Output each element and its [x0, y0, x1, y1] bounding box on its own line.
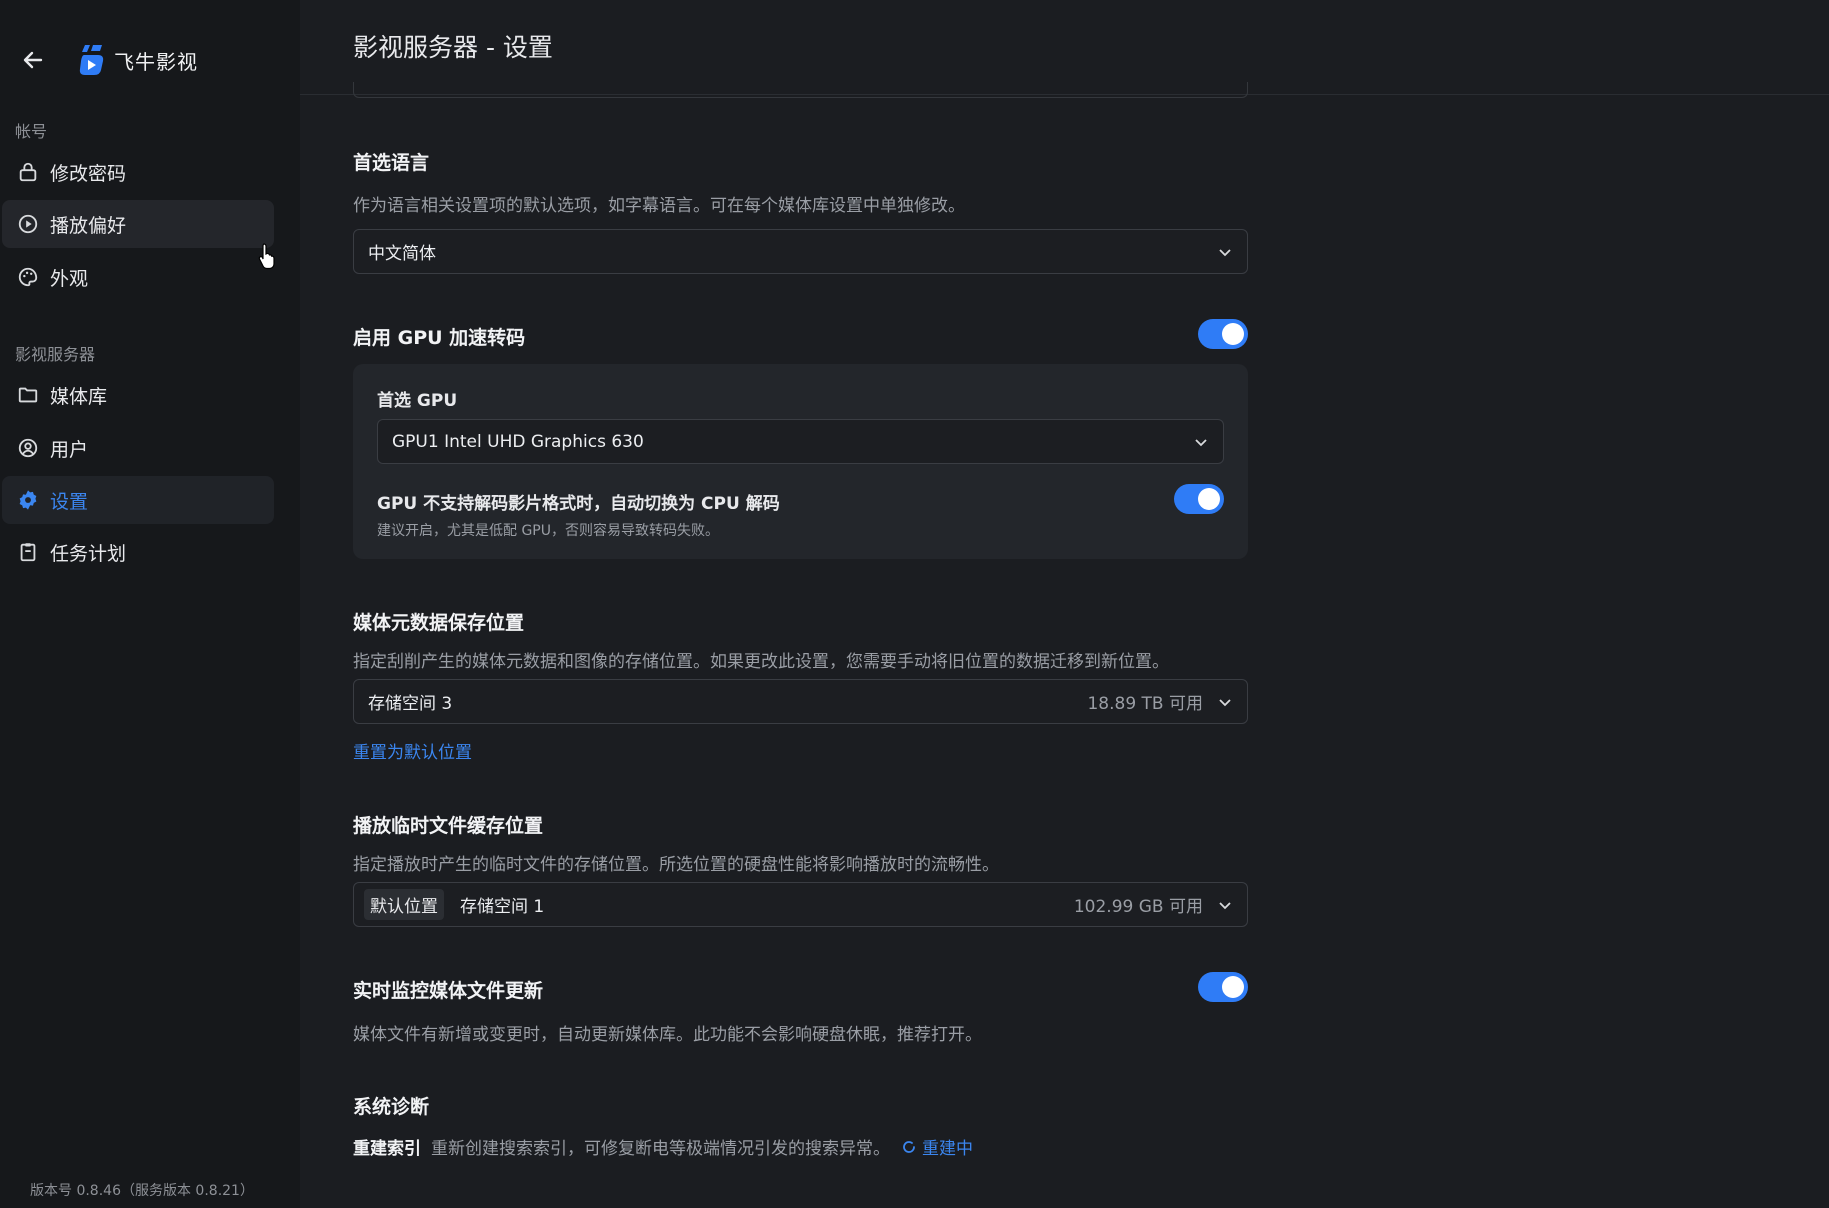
chevron-down-icon — [1217, 694, 1233, 710]
gpu-fallback-toggle[interactable] — [1174, 484, 1224, 514]
language-select[interactable]: 中文简体 — [353, 229, 1248, 274]
language-desc: 作为语言相关设置项的默认选项，如字幕语言。可在每个媒体库设置中单独修改。 — [353, 196, 965, 216]
sidebar-item-label: 播放偏好 — [50, 214, 127, 237]
sidebar-item-tasks[interactable]: 任务计划 — [2, 528, 274, 576]
metadata-free-space: 18.89 TB 可用 — [1087, 694, 1203, 714]
sidebar-item-label: 用户 — [50, 438, 89, 461]
toggle-knob — [1222, 323, 1244, 345]
sidebar-item-library[interactable]: 媒体库 — [2, 371, 274, 419]
gear-icon — [16, 488, 40, 512]
folder-icon — [16, 383, 40, 407]
page-title: 影视服务器 - 设置 — [353, 33, 553, 62]
app-name: 飞牛影视 — [114, 49, 198, 74]
lock-icon — [16, 160, 40, 184]
sidebar: 飞牛影视 帐号 修改密码 播放偏好 外观 影视服务器 媒体库 用户 设置 任务计… — [0, 0, 300, 1208]
version-text: 版本号 0.8.46（服务版本 0.8.21） — [30, 1183, 254, 1199]
main-content: 影视服务器 - 设置 首选语言 作为语言相关设置项的默认选项，如字幕语言。可在每… — [300, 0, 1829, 1208]
metadata-location-value: 存储空间 3 — [368, 694, 453, 714]
spinner-icon — [902, 1139, 918, 1155]
hand-cursor-icon — [258, 242, 278, 270]
clipboard-icon — [16, 540, 40, 564]
palette-icon — [16, 265, 40, 289]
sidebar-item-label: 设置 — [50, 490, 89, 513]
rebuild-index-desc: 重新创建搜索索引，可修复断电等极端情况引发的搜索异常。 — [431, 1139, 890, 1159]
chevron-down-icon — [1217, 897, 1233, 913]
app-logo-icon — [76, 43, 106, 77]
sidebar-item-label: 修改密码 — [50, 162, 127, 185]
cache-title: 播放临时文件缓存位置 — [353, 815, 544, 837]
rebuild-index-row: 重建索引 重新创建搜索索引，可修复断电等极端情况引发的搜索异常。 重建中 — [353, 1134, 973, 1159]
header-bar: 影视服务器 - 设置 — [300, 0, 1829, 95]
play-circle-icon — [16, 212, 40, 236]
scrolled-field-edge — [353, 82, 1248, 98]
sidebar-item-users[interactable]: 用户 — [2, 424, 274, 472]
reset-default-link[interactable]: 重置为默认位置 — [353, 738, 472, 763]
sidebar-item-appearance[interactable]: 外观 — [2, 253, 274, 301]
gpu-title: 启用 GPU 加速转码 — [353, 327, 526, 349]
cache-location-select[interactable]: 默认位置 存储空间 1 102.99 GB 可用 — [353, 882, 1248, 927]
chevron-down-icon — [1193, 434, 1209, 450]
toggle-knob — [1222, 976, 1244, 998]
monitor-title: 实时监控媒体文件更新 — [353, 980, 544, 1002]
section-label-account: 帐号 — [15, 122, 48, 141]
section-label-server: 影视服务器 — [15, 345, 96, 364]
preferred-gpu-label: 首选 GPU — [377, 391, 458, 411]
rebuild-status: 重建中 — [922, 1139, 973, 1159]
metadata-title: 媒体元数据保存位置 — [353, 612, 525, 634]
gpu-fallback-title: GPU 不支持解码影片格式时，自动切换为 CPU 解码 — [377, 494, 780, 514]
language-title: 首选语言 — [353, 152, 430, 174]
sidebar-item-label: 任务计划 — [50, 542, 127, 565]
preferred-gpu-value: GPU1 Intel UHD Graphics 630 — [392, 431, 644, 452]
metadata-desc: 指定刮削产生的媒体元数据和图像的存储位置。如果更改此设置，您需要手动将旧位置的数… — [353, 652, 1169, 672]
brand-bar: 飞牛影视 — [18, 40, 198, 80]
gpu-fallback-desc: 建议开启，尤其是低配 GPU，否则容易导致转码失败。 — [377, 523, 719, 539]
sidebar-item-playback[interactable]: 播放偏好 — [2, 200, 274, 248]
cache-location-value: 存储空间 1 — [460, 897, 545, 917]
gpu-toggle[interactable] — [1198, 319, 1248, 349]
user-icon — [16, 436, 40, 460]
default-location-tag: 默认位置 — [364, 889, 444, 920]
diagnostics-title: 系统诊断 — [353, 1096, 430, 1118]
gpu-panel: 首选 GPU GPU1 Intel UHD Graphics 630 GPU 不… — [353, 364, 1248, 559]
monitor-desc: 媒体文件有新增或变更时，自动更新媒体库。此功能不会影响硬盘休眠，推荐打开。 — [353, 1025, 982, 1045]
chevron-down-icon — [1217, 244, 1233, 260]
language-value: 中文简体 — [368, 244, 436, 264]
toggle-knob — [1198, 488, 1220, 510]
back-arrow-icon[interactable] — [18, 45, 48, 75]
preferred-gpu-select[interactable]: GPU1 Intel UHD Graphics 630 — [377, 419, 1224, 464]
cache-free-space: 102.99 GB 可用 — [1073, 897, 1203, 917]
sidebar-item-change-password[interactable]: 修改密码 — [2, 148, 274, 196]
monitor-toggle[interactable] — [1198, 972, 1248, 1002]
sidebar-item-settings[interactable]: 设置 — [2, 476, 274, 524]
sidebar-item-label: 外观 — [50, 267, 89, 290]
sidebar-item-label: 媒体库 — [50, 385, 108, 408]
cache-desc: 指定播放时产生的临时文件的存储位置。所选位置的硬盘性能将影响播放时的流畅性。 — [353, 855, 999, 875]
rebuild-index-label: 重建索引 — [353, 1139, 421, 1159]
metadata-location-select[interactable]: 存储空间 3 18.89 TB 可用 — [353, 679, 1248, 724]
